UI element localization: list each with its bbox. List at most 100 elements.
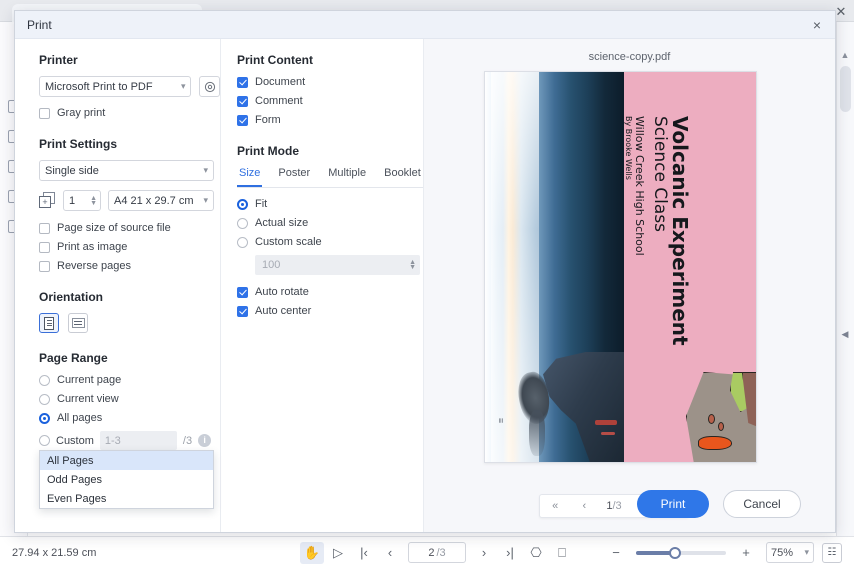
current-page-radio[interactable] (39, 375, 50, 386)
fit-page-icon[interactable]: ☷ (822, 543, 842, 563)
print-content-column: Print Content Document Comment Form Prin… (221, 39, 424, 532)
page-subset-option-even[interactable]: Even Pages (40, 489, 213, 508)
auto-center-row[interactable]: Auto center (237, 305, 423, 317)
preview-author-line: By Brooke Wells (624, 116, 633, 180)
gear-icon (204, 81, 216, 93)
preview-drag-handle-icon[interactable]: ≡ (496, 418, 506, 422)
next-page-icon[interactable]: › (472, 542, 496, 564)
page-subset-dropdown-menu[interactable]: All Pages Odd Pages Even Pages (39, 450, 214, 509)
custom-scale-radio[interactable] (237, 237, 248, 248)
orientation-row (39, 313, 220, 333)
scrollbar-thumb[interactable] (840, 66, 851, 112)
single-page-view-icon[interactable]: ⎔ (524, 542, 548, 564)
previous-page-icon[interactable]: ‹ (378, 542, 402, 564)
copies-input[interactable]: 1 ▲ ▼ (63, 190, 101, 211)
document-preview[interactable]: ≡ Science Class Volcanic Experiment Will… (484, 71, 757, 463)
printer-properties-button[interactable] (199, 76, 220, 97)
print-mode-actual-size[interactable]: Actual size (237, 217, 423, 229)
copies-stepper[interactable]: ▲ ▼ (90, 196, 97, 206)
fit-radio[interactable] (237, 199, 248, 210)
zoom-in-icon[interactable]: + (734, 542, 758, 564)
page-range-custom-row[interactable]: Custom 1-3 /3 i (39, 431, 220, 450)
app-right-scrollbar[interactable]: ▲ ◀ (836, 22, 854, 536)
gray-print-checkbox[interactable] (39, 108, 50, 119)
auto-center-checkbox[interactable] (237, 306, 248, 317)
duplex-select[interactable]: Single side ▾ (39, 160, 214, 181)
custom-scale-stepper[interactable]: ▲ ▼ (409, 260, 416, 270)
reverse-pages-checkbox[interactable] (39, 261, 50, 272)
page-range-all-pages[interactable]: All pages (39, 412, 220, 424)
printer-select[interactable]: Microsoft Print to PDF ▾ (39, 76, 191, 97)
scroll-up-icon[interactable]: ▲ (838, 48, 852, 62)
preview-lava-streak-2 (601, 432, 615, 435)
orientation-section-title: Orientation (39, 290, 220, 304)
page-total: /3 (436, 547, 445, 559)
printer-select-value: Microsoft Print to PDF (45, 81, 153, 93)
continuous-view-icon[interactable]: ⎕ (550, 542, 574, 564)
fit-label: Fit (255, 198, 267, 210)
tab-multiple[interactable]: Multiple (326, 167, 368, 187)
custom-scale-input[interactable]: 100 ▲ ▼ (255, 255, 420, 275)
cancel-button[interactable]: Cancel (723, 490, 801, 518)
preview-illustration-dot-2 (718, 422, 724, 431)
last-page-icon[interactable]: ›| (498, 542, 522, 564)
page-range-current-page[interactable]: Current page (39, 374, 220, 386)
info-icon[interactable]: i (198, 434, 211, 447)
landscape-orientation-button[interactable] (68, 313, 88, 333)
portrait-orientation-button[interactable] (39, 313, 59, 333)
print-mode-custom-scale[interactable]: Custom scale (237, 236, 423, 248)
reverse-pages-row[interactable]: Reverse pages (39, 260, 220, 272)
print-content-comment[interactable]: Comment (237, 95, 423, 107)
page-subset-option-odd[interactable]: Odd Pages (40, 470, 213, 489)
page-size-of-source-checkbox[interactable] (39, 223, 50, 234)
chevron-down-icon: ▾ (181, 81, 186, 92)
select-tool-icon[interactable]: ▷ (326, 542, 350, 564)
print-button[interactable]: Print (637, 490, 709, 518)
print-as-image-checkbox[interactable] (39, 242, 50, 253)
print-settings-section-title: Print Settings (39, 137, 220, 151)
zoom-slider[interactable] (636, 551, 726, 555)
form-checkbox[interactable] (237, 115, 248, 126)
zoom-level-select[interactable]: 75% ▾ (766, 542, 814, 563)
print-content-form[interactable]: Form (237, 114, 423, 126)
comment-checkbox[interactable] (237, 96, 248, 107)
paper-size-select[interactable]: A4 21 x 29.7 cm ▾ (108, 190, 214, 211)
page-number-input[interactable]: 2 /3 (408, 542, 466, 563)
preview-title-line-1: Science Class (650, 116, 670, 232)
dialog-close-icon[interactable]: × (807, 15, 827, 35)
custom-scale-value: 100 (262, 259, 280, 271)
copies-row: + 1 ▲ ▼ A4 21 x 29.7 cm ▾ (39, 190, 220, 211)
actual-size-radio[interactable] (237, 218, 248, 229)
print-as-image-row[interactable]: Print as image (39, 241, 220, 253)
preview-title-line-2: Volcanic Experiment (668, 116, 692, 346)
first-page-icon[interactable]: |‹ (352, 542, 376, 564)
stepper-down-icon[interactable]: ▼ (90, 201, 97, 206)
auto-rotate-row[interactable]: Auto rotate (237, 286, 423, 298)
page-subset-option-all[interactable]: All Pages (40, 451, 213, 470)
tab-poster[interactable]: Poster (276, 167, 312, 187)
print-mode-fit[interactable]: Fit (237, 198, 423, 210)
tab-size[interactable]: Size (237, 167, 262, 187)
auto-rotate-checkbox[interactable] (237, 287, 248, 298)
custom-range-label: Custom (56, 435, 94, 447)
stepper-down-icon[interactable]: ▼ (409, 265, 416, 270)
preview-illustration-lava (698, 436, 732, 450)
chevron-down-icon: ▾ (203, 195, 208, 206)
preview-illustration-dot-1 (708, 414, 715, 424)
zoom-slider-handle[interactable] (669, 547, 681, 559)
current-view-radio[interactable] (39, 394, 50, 405)
page-size-of-source-row[interactable]: Page size of source file (39, 222, 220, 234)
custom-range-radio[interactable] (39, 435, 50, 446)
panel-collapse-icon[interactable]: ◀ (840, 327, 850, 341)
custom-range-input[interactable]: 1-3 (100, 431, 177, 450)
hand-tool-icon[interactable]: ✋ (300, 542, 324, 564)
auto-rotate-label: Auto rotate (255, 286, 309, 298)
all-pages-radio[interactable] (39, 413, 50, 424)
document-checkbox[interactable] (237, 77, 248, 88)
print-as-image-label: Print as image (57, 241, 127, 253)
gray-print-row[interactable]: Gray print (39, 107, 220, 119)
tab-booklet[interactable]: Booklet (382, 167, 423, 187)
zoom-out-icon[interactable]: − (604, 542, 628, 564)
print-content-document[interactable]: Document (237, 76, 423, 88)
page-range-current-view[interactable]: Current view (39, 393, 220, 405)
